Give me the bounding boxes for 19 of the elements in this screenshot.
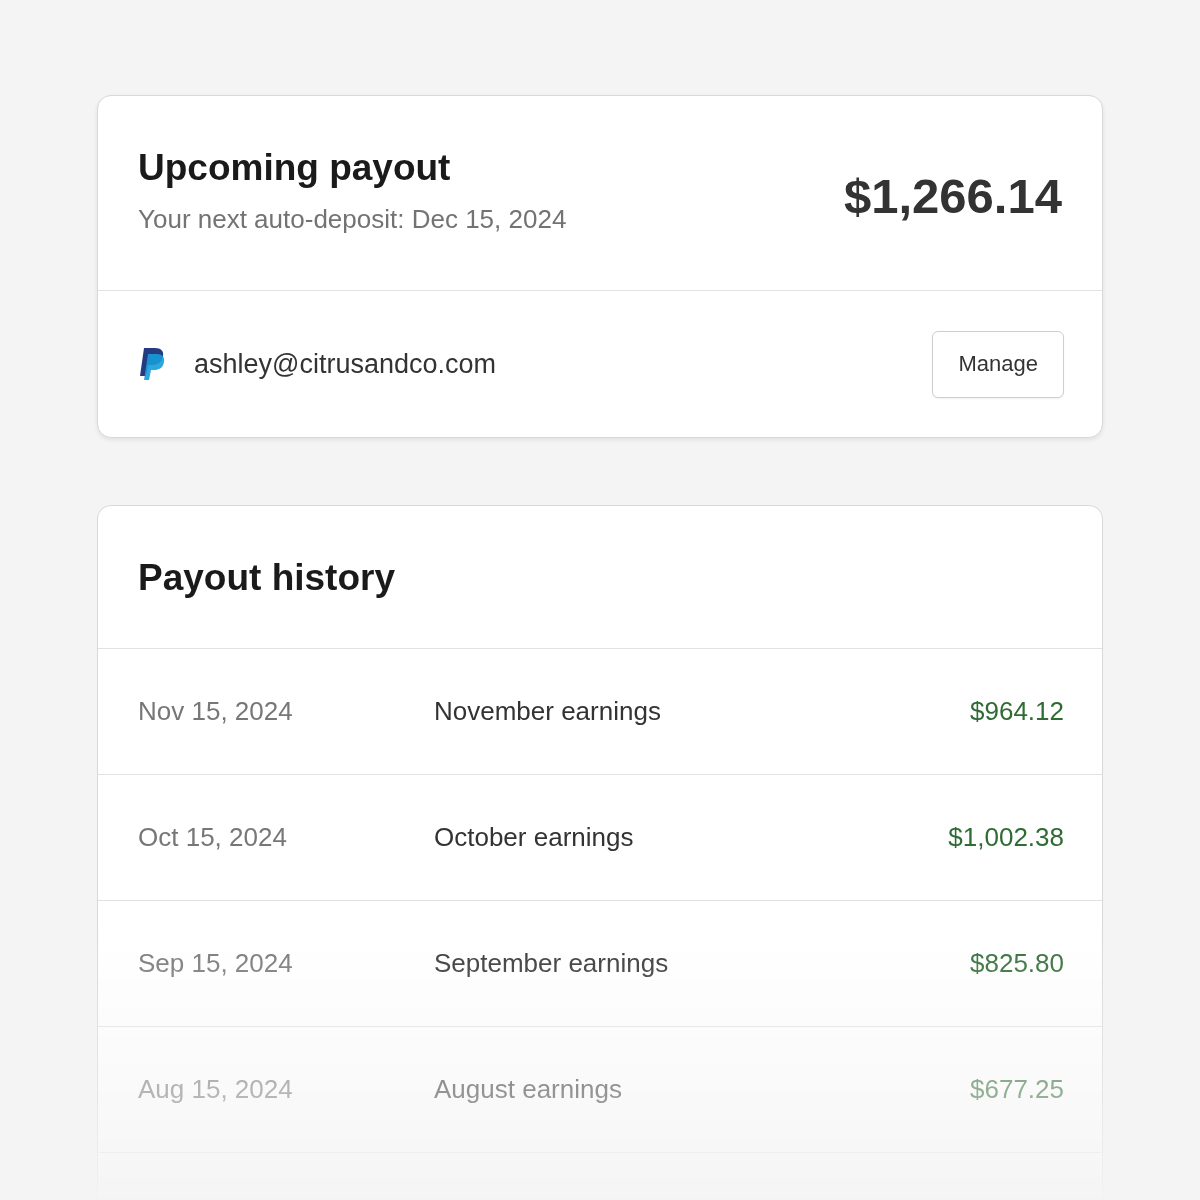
payout-description: November earnings bbox=[434, 696, 662, 727]
payout-amount: $677.25 bbox=[970, 1074, 1064, 1105]
payout-date: Aug 15, 2024 bbox=[138, 1074, 294, 1105]
card-title: Upcoming payout bbox=[138, 146, 452, 190]
payout-amount: $1,266.14 bbox=[844, 168, 1062, 225]
payout-date: Nov 15, 2024 bbox=[138, 696, 294, 727]
payout-amount: $825.80 bbox=[970, 948, 1064, 979]
card-title: Payout history bbox=[138, 556, 396, 600]
payment-logo-icon bbox=[138, 347, 166, 381]
payout-amount: $1,002.38 bbox=[948, 822, 1064, 853]
payout-description: August earnings bbox=[434, 1074, 623, 1105]
payout-date: Sep 15, 2024 bbox=[138, 948, 294, 979]
payout-date: Oct 15, 2024 bbox=[138, 822, 288, 853]
payout-description: October earnings bbox=[434, 822, 635, 853]
next-deposit-date: Your next auto-deposit: Dec 15, 2024 bbox=[138, 204, 567, 235]
account-email: ashley@citrusandco.com bbox=[194, 348, 498, 380]
payout-description: September earnings bbox=[434, 948, 670, 979]
manage-button[interactable]: Manage bbox=[932, 330, 1064, 398]
payout-amount: $964.12 bbox=[970, 696, 1064, 727]
